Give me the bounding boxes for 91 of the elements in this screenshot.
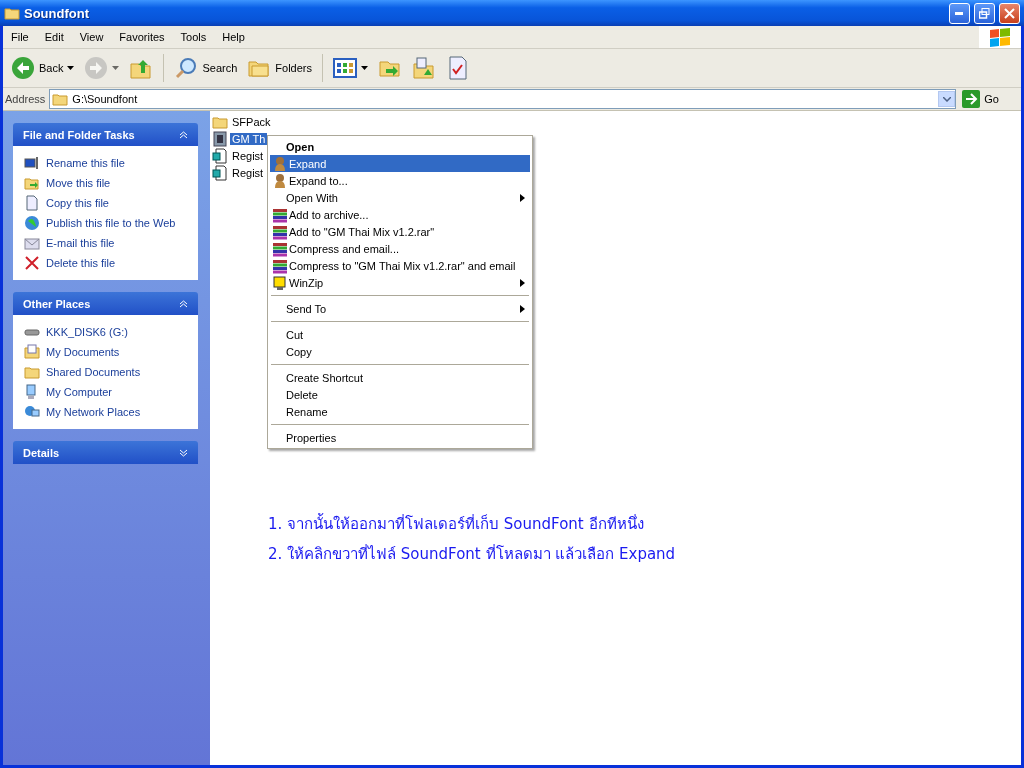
folder-icon: [52, 91, 69, 107]
task-link[interactable]: Rename this file: [24, 155, 187, 171]
context-menu-item[interactable]: Add to "GM Thai Mix v1.2.rar": [270, 223, 530, 240]
context-menu-item[interactable]: Delete: [270, 386, 530, 403]
context-menu-item[interactable]: WinZip: [270, 274, 530, 291]
folders-button[interactable]: Folders: [243, 52, 316, 84]
context-menu-item[interactable]: Copy: [270, 343, 530, 360]
close-button[interactable]: [999, 2, 1020, 24]
globe-icon: [24, 215, 40, 231]
books-stack-icon: [272, 240, 288, 257]
dropdown-button[interactable]: [938, 91, 956, 107]
submenu-arrow-icon: [520, 304, 526, 313]
task-link[interactable]: Publish this file to the Web: [24, 215, 187, 231]
panel-header[interactable]: File and Folder Tasks: [13, 123, 198, 146]
task-link[interactable]: Delete this file: [24, 255, 187, 271]
folder-copy-icon: [412, 56, 436, 80]
chevron-down-icon: [942, 96, 951, 102]
context-menu-item[interactable]: Expand: [270, 155, 530, 172]
panel-header[interactable]: Other Places: [13, 292, 198, 315]
restore-icon: [979, 7, 990, 19]
context-menu-item[interactable]: Open: [270, 138, 530, 155]
context-menu-item[interactable]: Create Shortcut: [270, 369, 530, 386]
file-name[interactable]: GM Th: [230, 132, 268, 145]
folder-icon: [4, 5, 20, 21]
submenu-arrow-icon: [520, 278, 526, 287]
books-stack-icon: [272, 223, 288, 240]
task-link[interactable]: KKK_DISK6 (G:): [24, 324, 187, 340]
menu-item[interactable]: Tools: [172, 31, 215, 43]
collapse-chevron-icon: [179, 130, 188, 139]
task-link[interactable]: My Documents: [24, 344, 187, 360]
network-icon: [24, 404, 40, 420]
back-button[interactable]: Back: [7, 52, 79, 84]
close-icon: [24, 255, 40, 271]
go-button[interactable]: Go: [960, 90, 1019, 108]
file-name[interactable]: SFPack: [230, 115, 273, 128]
context-menu-item[interactable]: Expand to...: [270, 172, 530, 189]
search-icon: [174, 56, 199, 80]
task-link[interactable]: My Network Places: [24, 404, 187, 420]
task-link[interactable]: Copy this file: [24, 195, 187, 211]
instruction-text: 2. ให้คลิกขวาที่ไฟล์ SoundFont ที่โหลดมา แล้วเลือก Expand: [268, 543, 677, 565]
instruction-text: 1. จากนั้นให้ออกมาที่โฟลเดอร์ที่เก็บ SoundFont อีกทีหนึ่ง: [268, 512, 645, 535]
context-menu-item[interactable]: Compress and email...: [270, 240, 530, 257]
context-menu-item[interactable]: Add to archive...: [270, 206, 530, 223]
figure-icon: [272, 172, 288, 189]
figure-icon: [272, 155, 288, 172]
address-field[interactable]: G:\Soundfont: [49, 89, 957, 109]
menu-item[interactable]: View: [71, 31, 112, 43]
submenu-arrow-icon: [520, 193, 526, 202]
menu-item[interactable]: Favorites: [111, 31, 173, 43]
task-link[interactable]: Shared Documents: [24, 364, 187, 380]
restore-button[interactable]: [974, 2, 995, 24]
winzip-icon: [272, 274, 288, 291]
context-menu-item[interactable]: Rename: [270, 403, 530, 420]
folder-arrow-icon: [24, 175, 40, 191]
rename-icon: [24, 155, 40, 171]
task-link[interactable]: E-mail this file: [24, 235, 187, 251]
caret-icon: [361, 66, 368, 70]
books-stack-icon: [272, 257, 288, 274]
collapse-chevron-icon: [179, 299, 188, 308]
caret-icon: [112, 66, 120, 70]
menu-item[interactable]: Edit: [36, 31, 72, 43]
file-name[interactable]: Regist: [230, 166, 266, 179]
views-grid-icon: [333, 56, 357, 80]
search-button[interactable]: Search: [170, 52, 242, 84]
menu-item[interactable]: File: [3, 31, 37, 43]
task-link[interactable]: Move this file: [24, 175, 187, 191]
books-stack-icon: [272, 206, 288, 223]
windows-logo: [979, 26, 1021, 48]
document-check-icon: [446, 56, 470, 80]
expand-chevron-icon: [179, 448, 188, 457]
context-menu-item[interactable]: Open With: [270, 189, 530, 206]
document-icon: [24, 195, 40, 211]
envelope-icon: [24, 235, 40, 251]
folder-icon: [24, 364, 40, 380]
menu-item[interactable]: Help: [214, 31, 253, 43]
window-title: Soundfont: [24, 5, 90, 21]
arrow-right-icon: [962, 90, 981, 108]
context-menu-item[interactable]: Send To: [270, 300, 530, 317]
context-menu-item[interactable]: Cut: [270, 326, 530, 343]
task-link[interactable]: My Computer: [24, 384, 187, 400]
minimize-button[interactable]: [949, 2, 970, 24]
soundfont-file-icon: [212, 130, 228, 147]
context-menu-item[interactable]: Compress to "GM Thai Mix v1.2.rar" and email: [270, 257, 530, 274]
context-menu-item[interactable]: Properties: [270, 429, 530, 446]
caret-icon: [67, 66, 75, 70]
address-label: Address: [5, 93, 46, 105]
documents-folder-icon: [24, 344, 40, 360]
panel-header[interactable]: Details: [13, 441, 198, 464]
minimize-icon: [955, 11, 964, 15]
close-icon: [1004, 7, 1015, 19]
file-name[interactable]: Regist: [230, 149, 266, 162]
